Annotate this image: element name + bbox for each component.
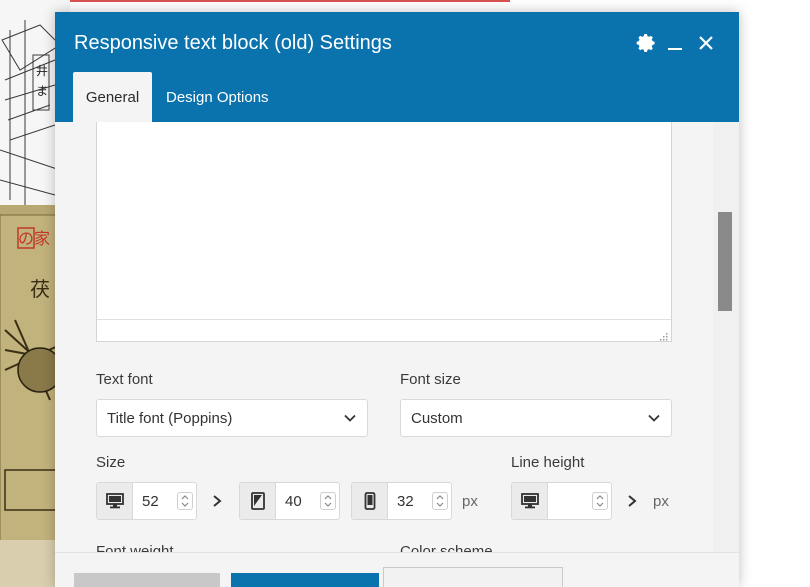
size-mobile-field[interactable]: 32 — [351, 482, 452, 520]
scrollbar-track[interactable] — [713, 122, 739, 552]
size-mobile-stepper[interactable] — [429, 483, 451, 519]
svg-text:井: 井 — [36, 64, 48, 78]
size-unit: px — [462, 493, 478, 510]
save-button[interactable] — [231, 573, 379, 587]
tab-general[interactable]: General — [73, 72, 152, 122]
chevron-down-icon — [344, 414, 356, 422]
close-button[interactable] — [74, 573, 220, 587]
desktop-icon — [512, 483, 548, 519]
tab-design-options-label: Design Options — [166, 88, 269, 106]
font-size-select[interactable]: Custom — [400, 399, 672, 437]
line-height-desktop-field[interactable] — [511, 482, 612, 520]
text-font-label: Text font — [96, 371, 153, 388]
dialog-header: Responsive text block (old) Settings Gen… — [55, 12, 739, 122]
size-tablet-field[interactable]: 40 — [239, 482, 340, 520]
dialog-title: Responsive text block (old) Settings — [74, 32, 392, 54]
size-tablet-value: 40 — [285, 492, 302, 510]
popup-panel[interactable] — [383, 567, 563, 587]
mobile-icon — [352, 483, 388, 519]
tab-design-options[interactable]: Design Options — [166, 72, 269, 122]
svg-text:ま: ま — [36, 84, 48, 98]
dialog-footer — [55, 552, 739, 587]
resize-grip-icon[interactable] — [658, 328, 668, 341]
font-weight-label: Font weight — [96, 543, 174, 552]
gear-icon[interactable] — [634, 31, 658, 55]
tab-general-label: General — [85, 88, 140, 106]
text-font-select[interactable]: Title font (Poppins) — [96, 399, 368, 437]
page: 井 ま の家 茯 Responsive text block (old) Set… — [0, 0, 810, 587]
size-desktop-stepper[interactable] — [174, 483, 196, 519]
size-mobile-value: 32 — [397, 492, 414, 510]
settings-dialog: Responsive text block (old) Settings Gen… — [55, 12, 739, 587]
text-editor[interactable] — [96, 122, 672, 342]
size-label: Size — [96, 454, 126, 471]
line-height-label: Line height — [511, 454, 585, 471]
tablet-icon — [240, 483, 276, 519]
chevron-right-icon[interactable] — [210, 493, 224, 509]
close-icon[interactable] — [694, 31, 718, 55]
text-font-value: Title font (Poppins) — [107, 409, 233, 427]
svg-text:茯: 茯 — [30, 277, 50, 301]
minimize-icon[interactable] — [663, 31, 687, 55]
chevron-right-icon[interactable] — [625, 493, 639, 509]
color-scheme-label: Color scheme — [400, 543, 493, 552]
size-desktop-value: 52 — [142, 492, 159, 510]
chevron-down-icon — [648, 414, 660, 422]
font-size-value: Custom — [411, 409, 463, 427]
scrollbar-thumb[interactable] — [718, 212, 732, 311]
size-desktop-field[interactable]: 52 — [96, 482, 197, 520]
editor-status-bar — [97, 319, 671, 341]
background-divider — [0, 0, 510, 2]
line-height-desktop-value — [548, 483, 589, 519]
line-height-desktop-stepper[interactable] — [589, 483, 611, 519]
line-height-unit: px — [653, 493, 669, 510]
size-tablet-stepper[interactable] — [317, 483, 339, 519]
desktop-icon — [97, 483, 133, 519]
dialog-body: Text font Title font (Poppins) Font size… — [55, 122, 739, 552]
font-size-label: Font size — [400, 371, 461, 388]
